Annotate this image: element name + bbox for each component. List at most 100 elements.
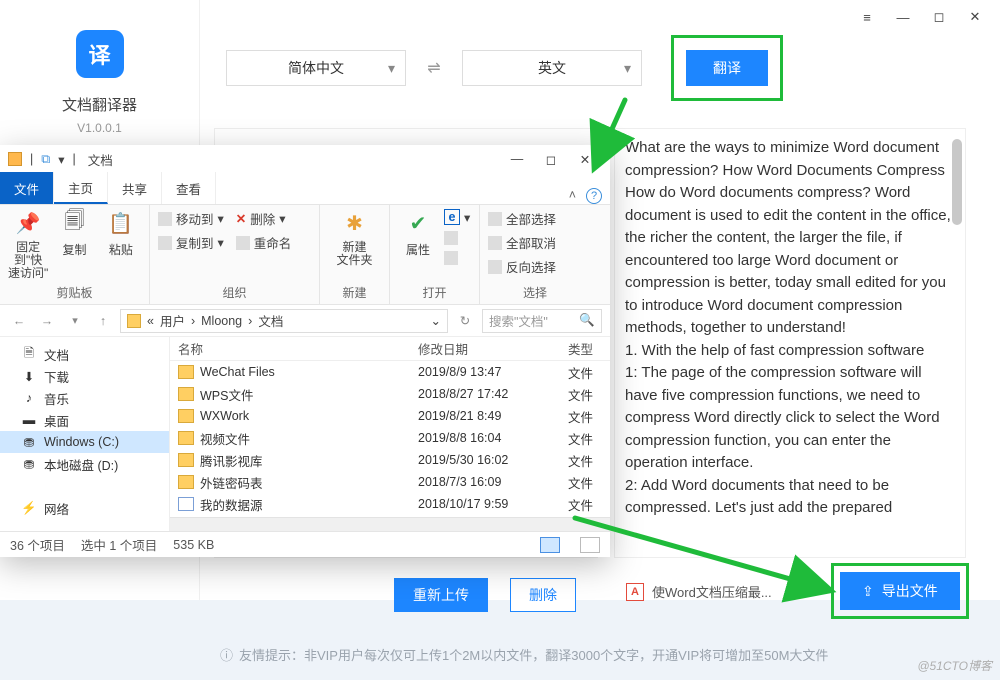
nav-item[interactable]: 🗎文档: [0, 343, 169, 365]
watermark: @51CTO博客: [917, 657, 992, 674]
swap-languages-icon[interactable]: ⇌: [416, 58, 452, 78]
address-bar[interactable]: « 用户 › Mloong › 文档 ⌄: [120, 309, 448, 333]
folder-icon: [178, 497, 194, 511]
file-row[interactable]: 我的数据源2018/10/17 9:59文件: [170, 493, 610, 515]
nav-up-icon[interactable]: ↑: [92, 314, 114, 328]
menu-icon[interactable]: ≡: [858, 8, 876, 26]
copy-button[interactable]: 🗐复制: [54, 209, 94, 258]
file-list: 名称 修改日期 类型 WeChat Files2019/8/9 13:47文件W…: [170, 337, 610, 531]
explorer-tab-home[interactable]: 主页: [54, 172, 108, 204]
history-icon[interactable]: [444, 251, 470, 265]
app-logo-icon: 译: [76, 30, 124, 78]
vip-hint: ⓘ 友情提示：非VIP用户每次仅可上传1个2M以内文件，翻译3000个文字，开通…: [220, 645, 828, 664]
file-row[interactable]: WeChat Files2019/8/9 13:47文件: [170, 361, 610, 383]
nav-item[interactable]: ⬇下载: [0, 365, 169, 387]
result-file-name: 使Word文档压缩最...: [652, 582, 772, 601]
ribbon-delete-button[interactable]: ✕ 删除 ▾: [236, 209, 292, 228]
explorer-tab-share[interactable]: 共享: [108, 172, 162, 204]
qat-share-icon[interactable]: ⧉: [41, 152, 50, 167]
folder-icon: [178, 453, 194, 467]
nav-item[interactable]: ♪音乐: [0, 387, 169, 409]
help-icon[interactable]: ?: [586, 188, 602, 204]
move-to-button[interactable]: 移动到 ▾: [158, 209, 224, 228]
file-explorer-window: | ⧉ ▾ | 文档 — ◻ ✕ 文件 主页 共享 查看 ˄ ?: [0, 145, 610, 557]
explorer-maximize-icon[interactable]: ◻: [534, 148, 568, 170]
export-button[interactable]: ⇪ 导出文件: [840, 572, 960, 610]
export-label: 导出文件: [882, 581, 938, 601]
horizontal-scrollbar[interactable]: [170, 517, 610, 531]
explorer-minimize-icon[interactable]: —: [500, 148, 534, 170]
paste-icon: 📋: [107, 209, 135, 237]
result-file-chip[interactable]: A 使Word文档压缩最...: [626, 582, 772, 601]
nav-item[interactable]: ⛃本地磁盘 (D:): [0, 453, 169, 475]
group-organize-label: 组织: [158, 284, 311, 304]
view-details-icon[interactable]: [540, 537, 560, 553]
target-language-select[interactable]: 英文 ▾: [462, 50, 642, 86]
check-icon: ✔: [404, 209, 432, 237]
chevron-down-icon: ▾: [624, 60, 631, 77]
nav-icon: ♪: [22, 391, 36, 405]
nav-item[interactable]: ⚡网络: [0, 497, 169, 519]
scrollbar-thumb[interactable]: [952, 139, 962, 225]
column-name[interactable]: 名称: [170, 339, 418, 358]
status-selected: 选中 1 个项目: [81, 535, 157, 554]
file-row[interactable]: 外链密码表2018/7/3 16:09文件: [170, 471, 610, 493]
nav-item: [0, 475, 169, 497]
explorer-tab-file[interactable]: 文件: [0, 172, 54, 204]
app-title: 文档翻译器: [62, 94, 137, 115]
group-select-label: 选择: [488, 284, 582, 304]
reupload-button[interactable]: 重新上传: [394, 578, 488, 612]
paste-button[interactable]: 📋粘贴: [101, 209, 141, 258]
refresh-icon[interactable]: ↻: [454, 313, 476, 328]
ribbon-collapse-icon[interactable]: ˄: [569, 188, 576, 204]
nav-item[interactable]: ⛃Windows (C:): [0, 431, 169, 453]
export-icon: ⇪: [862, 583, 874, 600]
pin-icon: 📌: [14, 209, 42, 237]
column-type[interactable]: 类型: [568, 339, 610, 358]
open-edge-icon[interactable]: e ▾: [444, 209, 470, 225]
delete-button[interactable]: 删除: [510, 578, 576, 612]
close-icon[interactable]: ✕: [966, 8, 984, 26]
explorer-search-input[interactable]: 搜索"文档" 🔍: [482, 309, 602, 333]
edge-icon: e: [444, 209, 460, 225]
nav-icon: ⬇: [22, 369, 36, 383]
chevron-down-icon: ▾: [388, 60, 395, 77]
source-language-label: 简体中文: [288, 58, 344, 78]
result-text: What are the ways to minimize Word docum…: [625, 137, 955, 520]
translate-button[interactable]: 翻译: [686, 50, 768, 86]
invert-selection-button[interactable]: 反向选择: [488, 257, 556, 276]
edit-icon[interactable]: [444, 231, 470, 245]
rename-button[interactable]: 重命名: [236, 233, 292, 252]
file-row[interactable]: 视频文件2019/8/8 16:04文件: [170, 427, 610, 449]
select-none-button[interactable]: 全部取消: [488, 233, 556, 252]
folder-icon: [127, 314, 141, 328]
source-language-select[interactable]: 简体中文 ▾: [226, 50, 406, 86]
column-date[interactable]: 修改日期: [418, 339, 568, 358]
maximize-icon[interactable]: ◻: [930, 8, 948, 26]
info-icon: ⓘ: [220, 645, 233, 664]
nav-recent-icon[interactable]: ▾: [64, 314, 86, 327]
qat-chevron-icon[interactable]: ▾: [58, 152, 64, 167]
nav-back-icon[interactable]: ←: [8, 314, 30, 328]
pin-label: 固定到"快 速访问": [8, 241, 48, 281]
explorer-title: 文档: [88, 150, 113, 169]
nav-forward-icon[interactable]: →: [36, 314, 58, 328]
result-pane: What are the ways to minimize Word docum…: [614, 128, 966, 558]
copy-to-button[interactable]: 复制到 ▾: [158, 233, 224, 252]
status-size: 535 KB: [173, 538, 214, 552]
view-large-icon[interactable]: [580, 537, 600, 553]
file-row[interactable]: 腾讯影视库2019/5/30 16:02文件: [170, 449, 610, 471]
select-all-button[interactable]: 全部选择: [488, 209, 556, 228]
file-row[interactable]: WXWork2019/8/21 8:49文件: [170, 405, 610, 427]
nav-item[interactable]: ▬桌面: [0, 409, 169, 431]
explorer-close-icon[interactable]: ✕: [568, 148, 602, 170]
qat-sep2: |: [72, 152, 75, 166]
file-row[interactable]: WPS文件2018/8/27 17:42文件: [170, 383, 610, 405]
address-dropdown-icon[interactable]: ⌄: [431, 313, 441, 328]
minimize-icon[interactable]: —: [894, 8, 912, 26]
pin-to-quick-access[interactable]: 📌 固定到"快 速访问": [8, 209, 48, 281]
delete-icon: ✕: [236, 211, 246, 226]
properties-button[interactable]: ✔属性: [398, 209, 438, 258]
explorer-tab-view[interactable]: 查看: [162, 172, 216, 204]
new-folder-button[interactable]: ✱新建 文件夹: [328, 209, 381, 267]
